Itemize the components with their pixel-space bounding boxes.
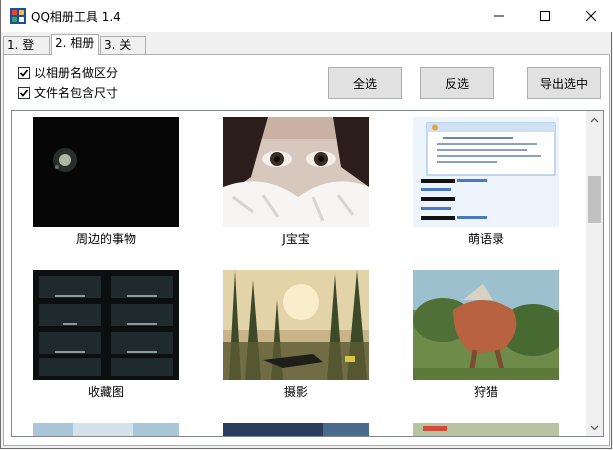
include-size-label: 文件名包含尺寸 xyxy=(34,86,119,100)
window-title: QQ相册工具 1.4 xyxy=(31,10,121,24)
minimize-button[interactable] xyxy=(476,0,522,32)
thumbnail-image xyxy=(223,270,369,380)
albums-panel: 以相册名做区分 文件名包含尺寸 全选 反选 导出选中 周边的事物 J宝宝 萌语录… xyxy=(3,54,610,446)
scroll-up-button[interactable] xyxy=(586,111,603,128)
scroll-down-button[interactable] xyxy=(586,419,603,436)
album-thumbnail[interactable] xyxy=(413,270,559,380)
album-name: 周边的事物 xyxy=(75,232,136,246)
maximize-button[interactable] xyxy=(522,0,568,32)
thumbnail-image xyxy=(413,270,559,380)
app-icon xyxy=(10,8,26,24)
app-window: QQ相册工具 1.4 1. 登录 2. 相册 3. 关于 以相册名做区分 文件名… xyxy=(0,0,613,449)
album-name: 摄影 xyxy=(283,385,308,399)
album-name: 狩猎 xyxy=(473,385,498,399)
album-thumbnail[interactable] xyxy=(33,117,179,227)
select-all-button[interactable]: 全选 xyxy=(328,67,402,99)
thumbnail-image xyxy=(33,423,179,436)
thumbnail-image xyxy=(413,423,559,436)
title-bar: QQ相册工具 1.4 xyxy=(1,0,613,32)
checkbox-box xyxy=(18,86,30,99)
album-thumbnail[interactable] xyxy=(223,423,369,436)
checkbox-box xyxy=(18,66,30,79)
thumbnail-image xyxy=(33,117,179,227)
thumbnail-image xyxy=(223,117,369,227)
tab-albums[interactable]: 2. 相册 xyxy=(51,34,99,55)
export-selected-button[interactable]: 导出选中 xyxy=(527,67,601,99)
chevron-down-icon xyxy=(590,425,599,430)
album-thumbnail[interactable] xyxy=(223,270,369,380)
scrollbar-thumb[interactable] xyxy=(588,176,601,223)
album-name: 收藏图 xyxy=(87,385,124,399)
tab-about[interactable]: 3. 关于 xyxy=(100,36,146,69)
invert-selection-button[interactable]: 反选 xyxy=(420,67,494,99)
album-name: J宝宝 xyxy=(282,232,310,246)
tab-login[interactable]: 1. 登录 xyxy=(3,36,50,69)
album-thumbnail[interactable] xyxy=(33,423,179,436)
thumbnail-image xyxy=(413,117,559,227)
include-size-checkbox[interactable]: 文件名包含尺寸 xyxy=(18,84,118,101)
album-thumbnail[interactable] xyxy=(33,270,179,380)
checkmark-icon xyxy=(19,88,29,97)
close-button[interactable] xyxy=(568,0,613,32)
thumbnail-image xyxy=(223,423,369,436)
by-album-checkbox[interactable]: 以相册名做区分 xyxy=(18,64,118,81)
maximize-icon xyxy=(540,11,550,21)
checkmark-icon xyxy=(19,68,29,77)
album-thumbnail[interactable] xyxy=(413,423,559,436)
close-icon xyxy=(586,11,596,21)
album-name: 萌语录 xyxy=(467,232,504,246)
album-grid[interactable]: 周边的事物 J宝宝 萌语录 收藏图 摄影 狩猎 xyxy=(11,110,604,437)
thumbnail-image xyxy=(33,270,179,380)
by-album-label: 以相册名做区分 xyxy=(34,66,119,80)
vertical-scrollbar[interactable] xyxy=(586,111,603,436)
chevron-up-icon xyxy=(590,117,599,122)
minimize-icon xyxy=(494,15,504,17)
album-thumbnail[interactable] xyxy=(223,117,369,227)
album-thumbnail[interactable] xyxy=(413,117,559,227)
